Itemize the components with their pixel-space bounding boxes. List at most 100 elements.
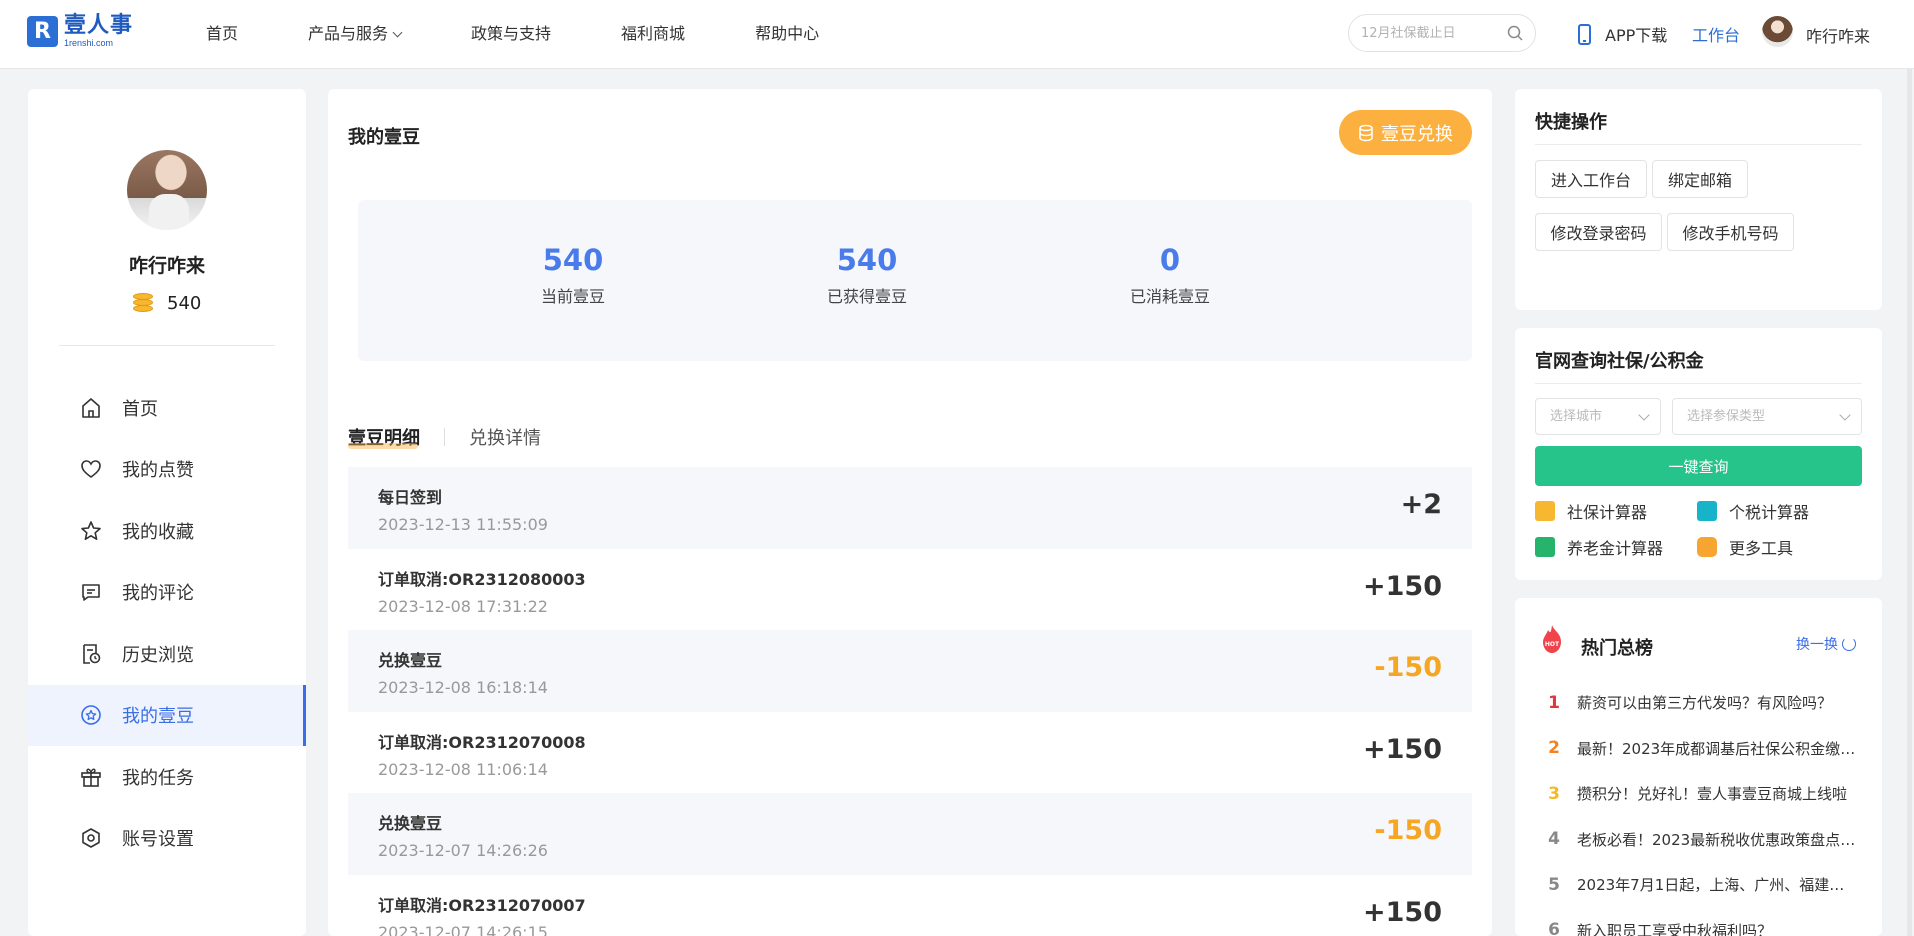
nav-policy[interactable]: 政策与支持 <box>471 20 551 44</box>
nav-products-label: 产品与服务 <box>308 24 389 43</box>
city-select[interactable]: 选择城市 <box>1535 398 1661 435</box>
change-password-button[interactable]: 修改登录密码 <box>1535 213 1662 251</box>
record-time: 2023-12-13 11:55:09 <box>378 515 548 534</box>
list-item[interactable]: 6 新入职员工享受中秋福利吗？ <box>1515 908 1882 936</box>
stat-current: 540 当前壹豆 <box>473 243 673 307</box>
record-title: 兑换壹豆 <box>378 814 443 833</box>
one-click-query-button[interactable]: 一键查询 <box>1535 446 1862 486</box>
sidebar-item-label: 首页 <box>122 398 158 420</box>
social-calculator-link[interactable]: 社保计算器 <box>1535 499 1647 523</box>
record-title: 每日签到 <box>378 488 443 507</box>
record-value: -150 <box>1374 652 1442 683</box>
tab-exchange-details[interactable]: 兑换详情 <box>469 424 541 450</box>
divider <box>1535 144 1862 145</box>
hot-fire-icon: HOT <box>1543 625 1561 653</box>
top-username[interactable]: 咋行咋来 <box>1806 23 1870 47</box>
stat-label: 已消耗壹豆 <box>1129 287 1210 306</box>
rank-number: 5 <box>1548 874 1560 895</box>
profile-points-value: 540 <box>167 292 202 314</box>
record-time: 2023-12-08 17:31:22 <box>378 596 548 616</box>
social-calc-icon <box>1535 501 1555 521</box>
nav-home[interactable]: 首页 <box>206 20 238 44</box>
list-item: 订单取消:OR2312070007 2023-12-07 14:26:15 +1… <box>348 875 1472 936</box>
refresh-link[interactable]: 换一换 <box>1796 634 1856 654</box>
app-download-link[interactable]: APP下载 <box>1578 22 1667 46</box>
brand-logo[interactable]: R 壹人事 1renshi.com <box>27 14 133 48</box>
enter-workbench-button[interactable]: 进入工作台 <box>1535 160 1647 198</box>
comment-icon <box>79 580 103 604</box>
quick-actions-card: 快捷操作 进入工作台 绑定邮箱 修改登录密码 修改手机号码 <box>1515 89 1882 310</box>
profile-avatar[interactable] <box>127 150 207 230</box>
stat-value: 0 <box>1159 243 1181 277</box>
search-icon[interactable] <box>1507 25 1523 41</box>
sidebar-item-comments[interactable]: 我的评论 <box>28 562 306 624</box>
list-item[interactable]: 3 攒积分！兑好礼！壹人事壹豆商城上线啦 <box>1515 771 1882 817</box>
settings-icon <box>79 826 103 850</box>
hot-item-text: 2023年7月1日起，上海、广州、福建社保基数调整 <box>1577 876 1857 895</box>
list-item: 每日签到 2023-12-13 11:55:09 +2 <box>348 467 1472 549</box>
sidebar-item-likes[interactable]: 我的点赞 <box>28 439 306 501</box>
page-scrollbar[interactable] <box>1907 69 1912 936</box>
record-time: 2023-12-08 11:06:14 <box>378 759 548 779</box>
sidebar-item-label: 我的点赞 <box>122 460 194 482</box>
sidebar-item-history[interactable]: 历史浏览 <box>28 623 306 685</box>
beans-panel: 我的壹豆 壹豆兑换 540 当前壹豆 540 已获得壹豆 0 已消耗壹豆 壹豆明… <box>328 89 1492 936</box>
record-title: 兑换壹豆 <box>378 651 443 670</box>
tax-calculator-link[interactable]: 个税计算器 <box>1697 499 1809 523</box>
sidebar-item-label: 我的收藏 <box>122 521 194 543</box>
sidebar-item-home[interactable]: 首页 <box>28 377 306 439</box>
insurance-type-select[interactable]: 选择参保类型 <box>1672 398 1862 435</box>
refresh-label: 换一换 <box>1796 637 1838 653</box>
divider <box>1535 383 1862 384</box>
avatar[interactable] <box>1762 16 1793 47</box>
sidebar-item-label: 我的任务 <box>122 767 194 789</box>
sidebar-item-tasks[interactable]: 我的任务 <box>28 746 306 808</box>
list-item[interactable]: 4 老板必看！2023最新税收优惠政策盘点汇总 <box>1515 817 1882 863</box>
tool-label: 更多工具 <box>1729 539 1794 558</box>
profile-points: 540 <box>131 292 201 314</box>
gift-icon <box>79 765 103 789</box>
sidebar-item-favorites[interactable]: 我的收藏 <box>28 500 306 562</box>
list-item[interactable]: 5 2023年7月1日起，上海、广州、福建社保基数调整 <box>1515 862 1882 908</box>
more-tools-link[interactable]: 更多工具 <box>1697 535 1793 559</box>
stat-value: 540 <box>542 243 604 277</box>
sidebar-item-label: 我的壹豆 <box>122 706 194 728</box>
nav-help[interactable]: 帮助中心 <box>755 20 819 44</box>
history-icon <box>79 642 103 666</box>
sidebar-item-beans[interactable]: 我的壹豆 <box>28 684 306 746</box>
brand-domain: 1renshi.com <box>64 37 114 48</box>
nav-mall[interactable]: 福利商城 <box>621 20 685 44</box>
coins-icon <box>1359 124 1373 141</box>
insurance-query-title: 官网查询社保/公积金 <box>1535 351 1704 372</box>
sidebar-item-label: 账号设置 <box>122 829 194 851</box>
tool-label: 养老金计算器 <box>1567 539 1664 558</box>
bind-email-button[interactable]: 绑定邮箱 <box>1652 160 1748 198</box>
bean-icon <box>79 703 103 727</box>
stat-value: 540 <box>836 243 898 277</box>
stat-consumed: 0 已消耗壹豆 <box>1070 243 1270 307</box>
stat-label: 已获得壹豆 <box>826 287 907 306</box>
search-input[interactable] <box>1349 15 1489 51</box>
record-title: 订单取消:OR2312080003 <box>378 569 586 589</box>
exchange-beans-button[interactable]: 壹豆兑换 <box>1339 110 1472 155</box>
workbench-link[interactable]: 工作台 <box>1692 22 1740 46</box>
list-item: 订单取消:OR2312080003 2023-12-08 17:31:22 +1… <box>348 549 1472 631</box>
hot-item-text: 薪资可以由第三方代发吗？有风险吗？ <box>1577 694 1833 713</box>
list-item[interactable]: 2 最新！2023年成都调基后社保公积金缴费基数 <box>1515 726 1882 772</box>
sidebar-item-settings[interactable]: 账号设置 <box>28 808 306 870</box>
tab-bean-details[interactable]: 壹豆明细 <box>348 424 420 450</box>
record-value: +150 <box>1363 570 1442 602</box>
hot-item-text: 最新！2023年成都调基后社保公积金缴费基数 <box>1577 739 1857 758</box>
nav-products[interactable]: 产品与服务 <box>308 20 403 44</box>
record-value: +150 <box>1363 733 1442 765</box>
logo-mark-icon: R <box>27 15 58 47</box>
chevron-down-icon <box>392 27 403 38</box>
pension-calculator-link[interactable]: 养老金计算器 <box>1535 535 1663 559</box>
hot-list-card: HOT 热门总榜 换一换 1 薪资可以由第三方代发吗？有风险吗？ 2 最新！20… <box>1515 598 1882 936</box>
change-phone-button[interactable]: 修改手机号码 <box>1667 213 1794 251</box>
city-select-placeholder: 选择城市 <box>1550 409 1603 424</box>
stat-earned: 540 已获得壹豆 <box>767 243 967 307</box>
list-item[interactable]: 1 薪资可以由第三方代发吗？有风险吗？ <box>1515 680 1882 726</box>
tab-divider <box>444 428 445 446</box>
hot-item-text: 老板必看！2023最新税收优惠政策盘点汇总 <box>1577 830 1857 849</box>
